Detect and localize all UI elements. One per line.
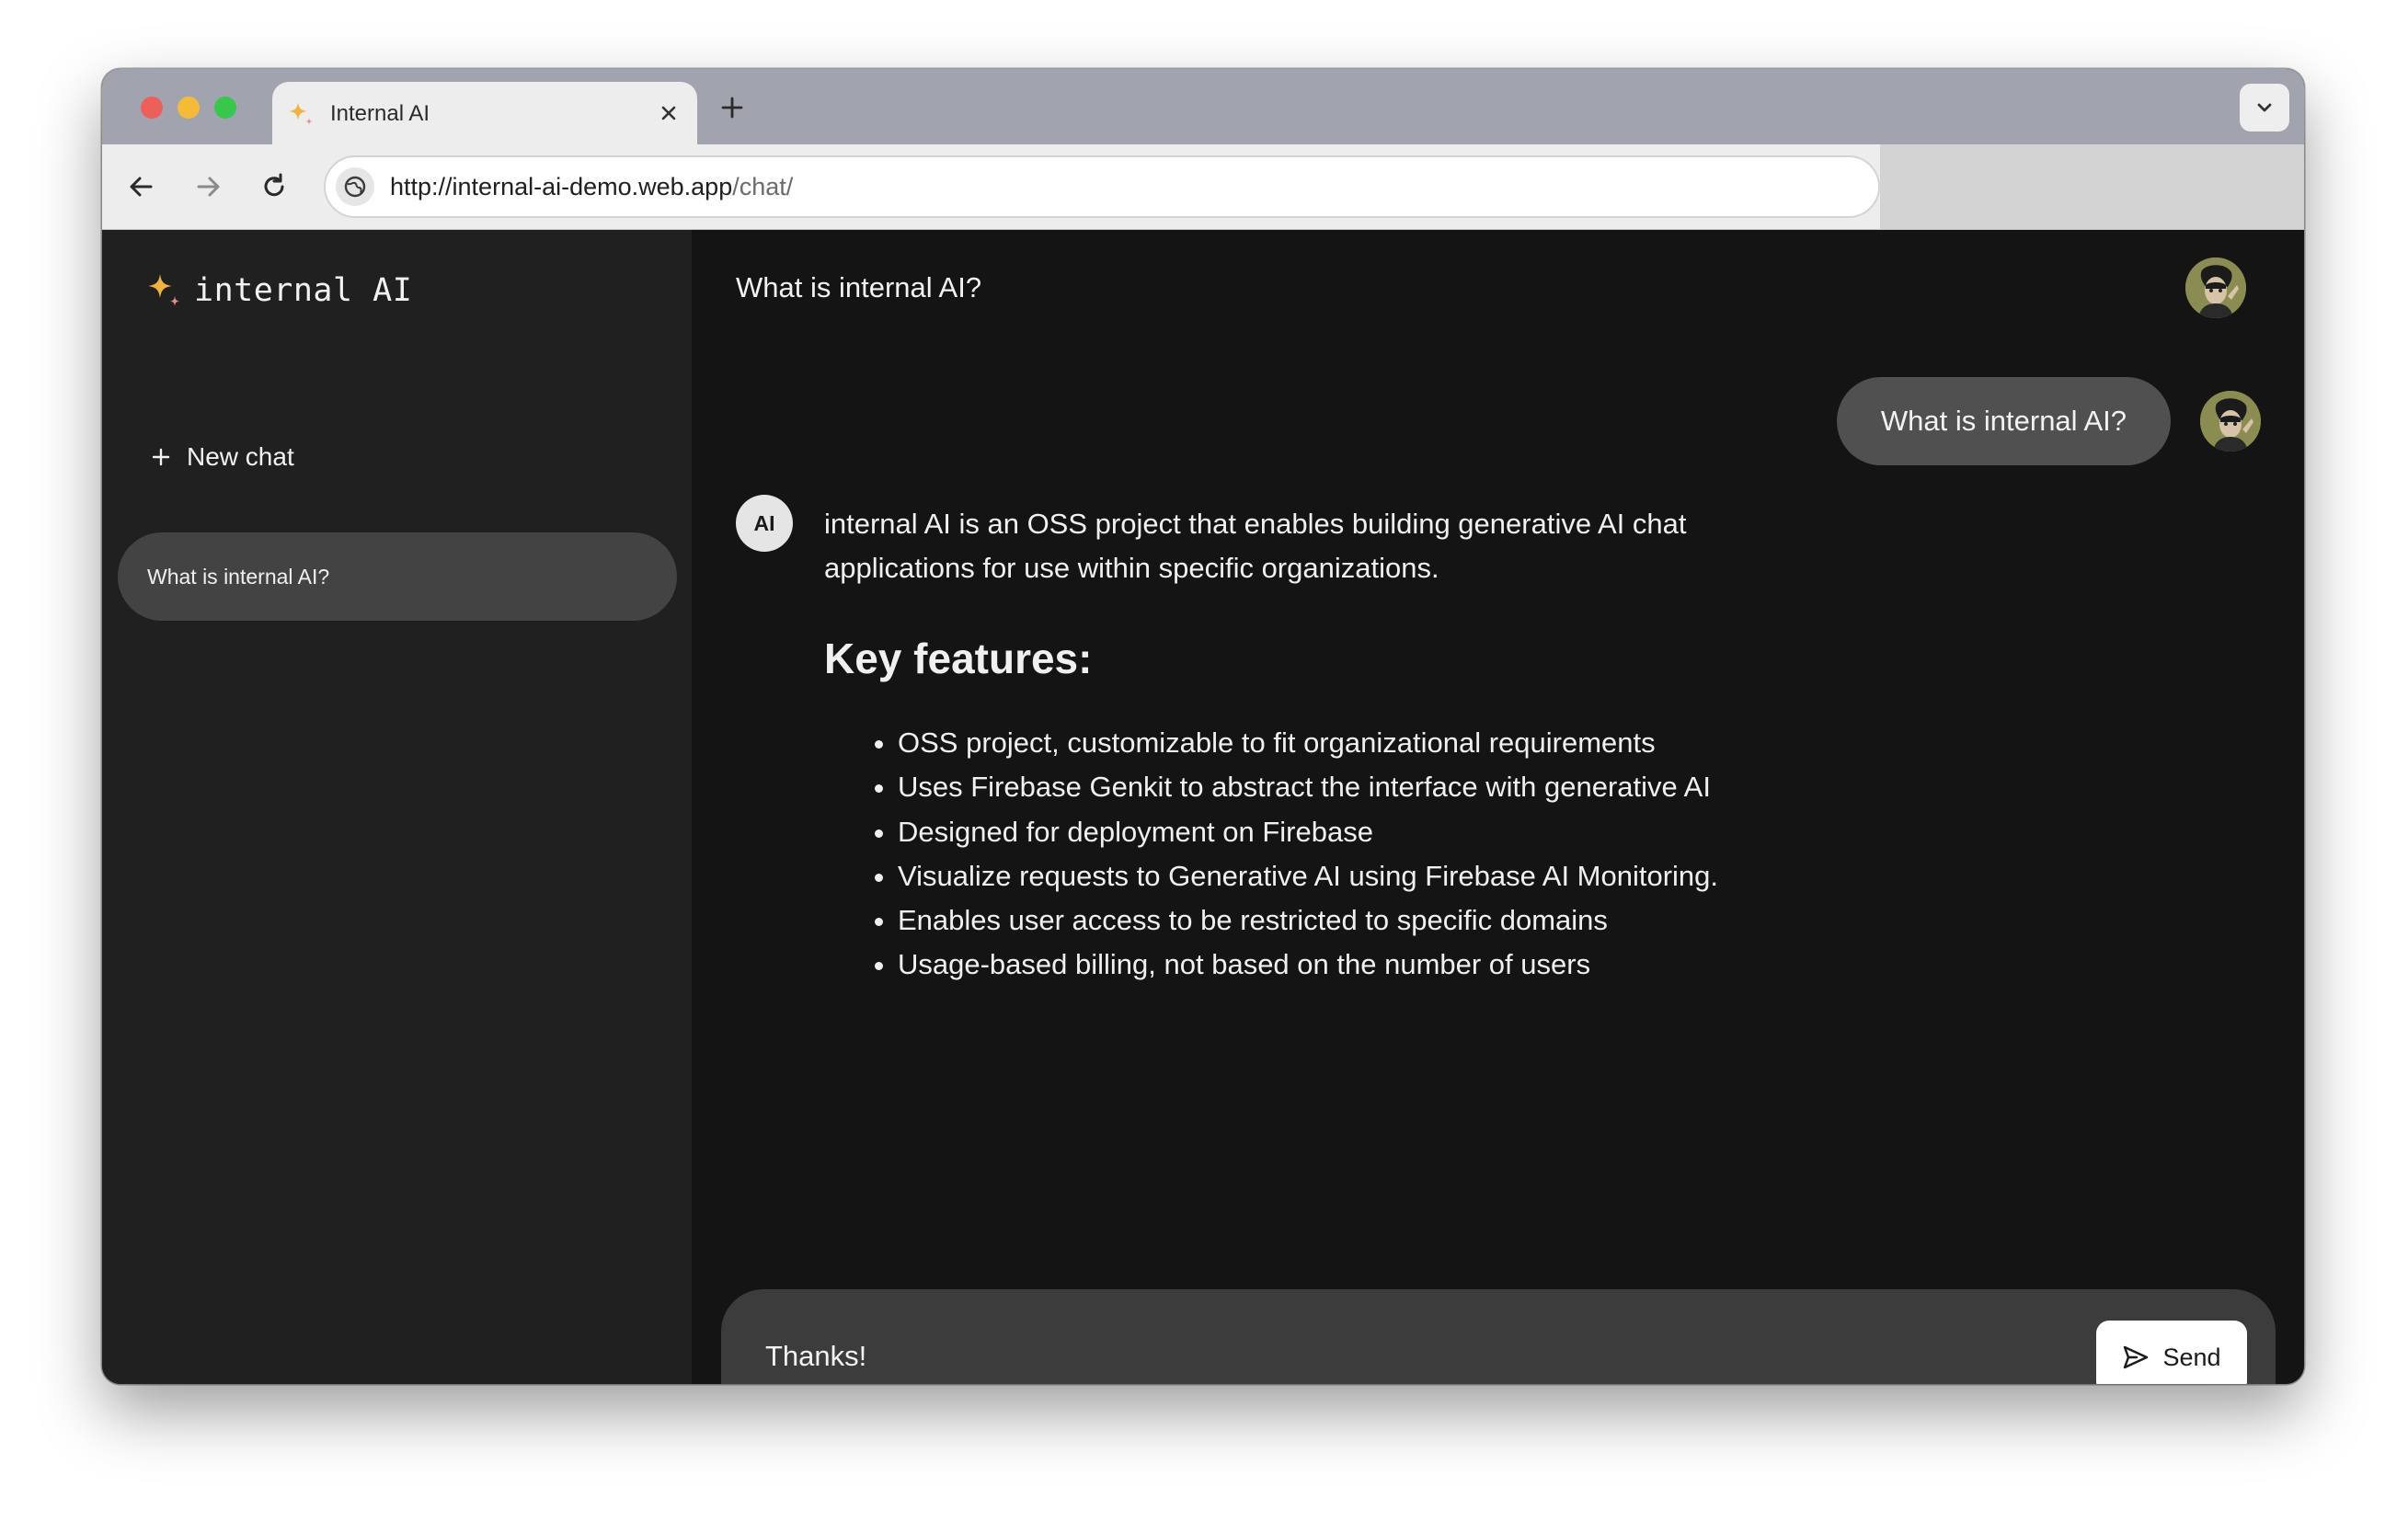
user-message-avatar xyxy=(2200,391,2261,452)
plus-icon xyxy=(152,448,170,466)
feature-list: OSS project, customizable to fit organiz… xyxy=(824,721,1790,988)
url-path: /chat/ xyxy=(732,173,794,200)
ai-avatar-badge: AI xyxy=(736,495,793,552)
reload-icon[interactable] xyxy=(257,169,292,204)
chat-title: What is internal AI? xyxy=(736,271,982,303)
feature-list-item: Usage-based billing, not based on the nu… xyxy=(898,943,1790,987)
send-button[interactable]: Send xyxy=(2096,1321,2247,1384)
feature-list-item: OSS project, customizable to fit organiz… xyxy=(898,721,1790,765)
new-chat-button[interactable]: New chat xyxy=(139,432,305,482)
tab-title: Internal AI xyxy=(330,101,430,126)
sidebar: internal AI New chat What is internal AI… xyxy=(102,230,692,1384)
send-icon xyxy=(2124,1345,2149,1369)
app-logo-text: internal AI xyxy=(194,272,413,309)
feature-list-item: Uses Firebase Genkit to abstract the int… xyxy=(898,765,1790,809)
user-avatar-image xyxy=(2185,257,2246,318)
site-info-button[interactable] xyxy=(336,167,374,206)
message-composer: Send xyxy=(721,1289,2276,1384)
tab-strip: Internal AI xyxy=(102,69,2304,144)
sparkle-icon xyxy=(289,102,313,125)
maximize-window-button[interactable] xyxy=(214,97,236,119)
back-arrow-icon[interactable] xyxy=(124,169,159,204)
browser-toolbar: http://internal-ai-demo.web.app/chat/ xyxy=(102,144,2304,230)
forward-arrow-icon[interactable] xyxy=(190,169,225,204)
toolbar-extension-area xyxy=(1880,144,2304,229)
chat-history-item[interactable]: What is internal AI? xyxy=(118,532,677,621)
new-chat-label: New chat xyxy=(187,442,294,471)
feature-list-item: Visualize requests to Generative AI usin… xyxy=(898,854,1790,898)
close-tab-icon[interactable] xyxy=(655,99,682,127)
feature-list-item: Enables user access to be restricted to … xyxy=(898,898,1790,943)
browser-tab[interactable]: Internal AI xyxy=(272,82,697,144)
user-message-text: What is internal AI? xyxy=(1880,405,2127,437)
close-window-button[interactable] xyxy=(141,97,163,119)
url-host: http://internal-ai-demo.web.app xyxy=(390,173,733,200)
chat-history-title: What is internal AI? xyxy=(147,564,330,589)
user-avatar[interactable] xyxy=(2185,257,2246,318)
chevron-down-icon xyxy=(2257,103,2272,112)
ai-intro-text: internal AI is an OSS project that enabl… xyxy=(824,508,1687,584)
minimize-window-button[interactable] xyxy=(178,97,200,119)
message-input[interactable] xyxy=(765,1335,2053,1378)
new-tab-icon[interactable] xyxy=(717,92,748,123)
user-message-bubble: What is internal AI? xyxy=(1836,377,2171,465)
tab-search-button[interactable] xyxy=(2240,84,2289,132)
ai-heading: Key features: xyxy=(824,635,1093,682)
ai-message: internal AI is an OSS project that enabl… xyxy=(824,502,1790,988)
chat-main: What is internal AI? What is internal AI… xyxy=(692,230,2304,1384)
address-bar[interactable]: http://internal-ai-demo.web.app/chat/ xyxy=(324,155,1880,218)
feature-list-item: Designed for deployment on Firebase xyxy=(898,810,1790,854)
user-avatar-image xyxy=(2200,391,2261,452)
browser-window: Internal AI http://internal-ai-demo.web.… xyxy=(102,69,2304,1384)
globe-icon xyxy=(344,176,366,198)
url-text: http://internal-ai-demo.web.app/chat/ xyxy=(390,173,793,201)
sparkle-logo-icon xyxy=(148,274,179,306)
send-label: Send xyxy=(2162,1343,2221,1371)
